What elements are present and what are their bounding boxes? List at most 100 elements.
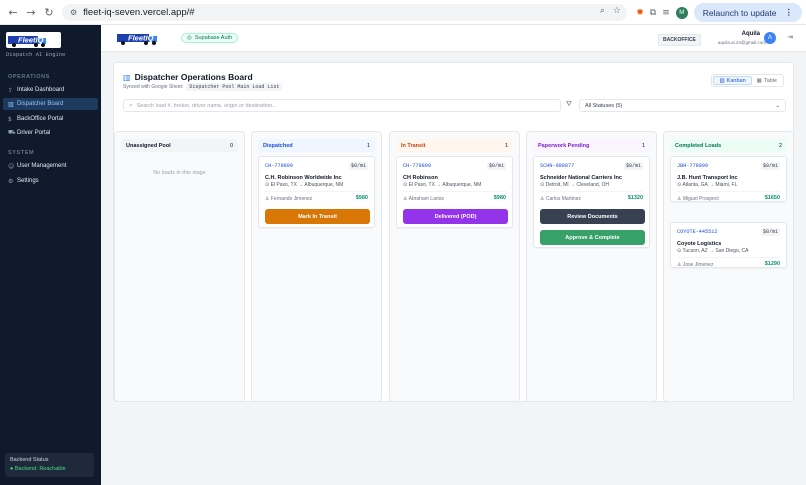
filter-icon[interactable]: ⛛ bbox=[566, 100, 572, 109]
forward-icon[interactable]: → bbox=[22, 6, 40, 19]
avatar[interactable]: A bbox=[764, 32, 776, 44]
column-title: In Transit bbox=[401, 142, 426, 149]
sidebar: FleetIQ Dispatch AI Engine OPERATIONS ⇪ … bbox=[0, 25, 101, 485]
driver: ♙ Fernando Jimenez bbox=[265, 196, 312, 202]
sync-subtitle: Synced with Google Sheet: Dispatcher Poo… bbox=[123, 83, 283, 91]
section-system: SYSTEM bbox=[8, 150, 35, 156]
driver-name: Carlos Martinez bbox=[545, 196, 581, 202]
extension-icon[interactable]: ✹ bbox=[636, 8, 644, 18]
sidebar-item-dispatcher-board[interactable]: ▥ Dispatcher Board bbox=[3, 98, 98, 110]
auth-badge: ◎ Supabase Auth bbox=[181, 33, 239, 43]
approve-complete-button[interactable]: Approve & Complete bbox=[540, 230, 645, 245]
location-pin-icon: ⊙ bbox=[403, 182, 408, 188]
backend-status-panel: Backend Status ● Backend: Reachable bbox=[5, 453, 94, 477]
location-pin-icon: ⊙ bbox=[265, 182, 270, 188]
driver: ♙ Miguel Prospect bbox=[677, 196, 719, 202]
table-view-button[interactable]: ▦ Table bbox=[752, 76, 782, 85]
route: ⊙ El Paso, TX → Albuquerque, NM bbox=[265, 182, 343, 188]
backend-status-value: Backend: Reachable bbox=[14, 466, 66, 472]
route: ⊙ Detroit, MI → Cleveland, OH bbox=[540, 182, 609, 188]
kanban-view-button[interactable]: ▥ Kanban bbox=[713, 76, 752, 85]
card-action-button[interactable]: Delivered (POD) bbox=[403, 209, 508, 224]
column-header: Unassigned Pool 0 bbox=[121, 139, 238, 152]
sidebar-item-backoffice-portal[interactable]: $ BackOffice Portal bbox=[3, 113, 98, 125]
chevron-down-icon: ⌄ bbox=[775, 102, 780, 109]
kanban-column: Completed Loads 2 JBH-778899 $0/mi J.B. H… bbox=[663, 131, 794, 402]
empty-column-text: No loads in this stage bbox=[153, 170, 206, 176]
back-icon[interactable]: ← bbox=[4, 6, 22, 19]
column-count: 0 bbox=[229, 142, 233, 149]
divider bbox=[677, 257, 780, 258]
load-card[interactable]: COYOTE-445512 $0/mi Coyote Logistics ⊙ T… bbox=[670, 222, 787, 268]
load-card[interactable]: CH-778899 $0/mi C.H. Robinson Worldwide … bbox=[258, 156, 375, 228]
divider bbox=[540, 191, 643, 192]
address-bar[interactable]: ⚙ fleet-iq-seven.vercel.app/# ⌕ ☆ bbox=[62, 4, 627, 21]
load-card[interactable]: JBH-778899 $0/mi J.B. Hunt Transport Inc… bbox=[670, 156, 787, 202]
search-input[interactable]: ⌕ Search load #, broker, driver name, or… bbox=[123, 99, 561, 112]
load-id[interactable]: SCHN-998877 bbox=[540, 163, 574, 169]
column-title: Completed Loads bbox=[675, 142, 722, 149]
route: ⊙ Tucson, AZ → San Diego, CA bbox=[677, 248, 748, 254]
driver: ♙ Carlos Martinez bbox=[540, 196, 581, 202]
sidebar-item-intake-dashboard[interactable]: ⇪ Intake Dashboard bbox=[3, 84, 98, 96]
load-id[interactable]: CH-778899 bbox=[403, 163, 431, 169]
sidebar-item-label: Dispatcher Board bbox=[17, 101, 64, 107]
driver-name: Abraham Larios bbox=[408, 196, 444, 202]
broker-name: J.B. Hunt Transport Inc bbox=[677, 175, 738, 181]
broker-name: Schneider National Carriers Inc bbox=[540, 175, 622, 181]
rate-per-mile: $0/mi bbox=[760, 228, 780, 236]
header-logo[interactable]: FleetIQ bbox=[115, 30, 173, 46]
status-filter-select[interactable]: All Statuses (5) ⌄ bbox=[579, 99, 786, 112]
route-text: El Paso, TX → Albuquerque, NM bbox=[270, 182, 344, 188]
page-title-text: Dispatcher Operations Board bbox=[134, 72, 253, 82]
user-email: aquila.ai.24@gmail.com bbox=[717, 40, 766, 45]
load-card[interactable]: SCHN-998877 $0/mi Schneider National Car… bbox=[533, 156, 650, 248]
column-header: In Transit 1 bbox=[396, 139, 513, 152]
sidebar-item-driver-portal[interactable]: ⛟ Driver Portal bbox=[3, 127, 98, 139]
auth-badge-label: Supabase Auth bbox=[194, 35, 233, 41]
more-menu-icon[interactable]: ⋮ bbox=[785, 7, 794, 18]
load-pay: $1290 bbox=[764, 261, 780, 267]
column-header: Completed Loads 2 bbox=[670, 139, 787, 152]
rate-per-mile: $0/mi bbox=[760, 162, 780, 170]
driver-name: Jose Jimenez bbox=[682, 262, 714, 268]
user-icon: ♙ bbox=[540, 196, 545, 202]
card-action-button[interactable]: Review Documents bbox=[540, 209, 645, 224]
relaunch-label: Relaunch to update bbox=[702, 7, 777, 18]
bookmark-star-icon[interactable]: ☆ bbox=[613, 6, 621, 16]
card-action-button[interactable]: Mark In Transit bbox=[265, 209, 370, 224]
extensions-puzzle-icon[interactable]: ⧉ bbox=[650, 8, 656, 18]
site-settings-icon[interactable]: ⚙ bbox=[70, 8, 77, 17]
backend-status-text: ● Backend: Reachable bbox=[10, 466, 66, 472]
load-pay: $1320 bbox=[627, 195, 643, 201]
sidebar-item-user-management[interactable]: ☺ User Management bbox=[3, 160, 98, 172]
column-count: 1 bbox=[641, 142, 645, 149]
load-pay: $1650 bbox=[764, 195, 780, 201]
board-icon: ▥ bbox=[123, 72, 131, 82]
load-id[interactable]: CH-778899 bbox=[265, 163, 293, 169]
broker-name: CH Robinson bbox=[403, 175, 438, 181]
profile-avatar[interactable]: M bbox=[675, 6, 688, 19]
sidebar-item-label: BackOffice Portal bbox=[17, 116, 64, 122]
user-icon: ♙ bbox=[403, 196, 408, 202]
sidebar-item-settings[interactable]: ⚙ Settings bbox=[3, 175, 98, 187]
load-id[interactable]: COYOTE-445512 bbox=[677, 229, 717, 235]
route-text: El Paso, TX → Albuquerque, NM bbox=[408, 182, 482, 188]
tagline: Dispatch AI Engine bbox=[6, 51, 66, 58]
load-card[interactable]: CH-778899 $0/mi CH Robinson ⊙ El Paso, T… bbox=[396, 156, 513, 228]
browser-toolbar: ← → ↻ ⚙ fleet-iq-seven.vercel.app/# ⌕ ☆ … bbox=[0, 0, 806, 25]
reload-icon[interactable]: ↻ bbox=[40, 6, 58, 19]
gear-icon: ⚙ bbox=[8, 177, 14, 185]
relaunch-button[interactable]: Relaunch to update ⋮ bbox=[693, 3, 802, 22]
fleetiq-logo[interactable]: FleetIQ bbox=[6, 32, 61, 48]
driver-name: Miguel Prospect bbox=[682, 196, 719, 202]
table-label: Table bbox=[763, 77, 777, 84]
load-id[interactable]: JBH-778899 bbox=[677, 163, 708, 169]
logout-icon[interactable]: ⇥ bbox=[787, 33, 793, 41]
zoom-icon[interactable]: ⌕ bbox=[600, 6, 605, 16]
users-icon: ☺ bbox=[8, 162, 15, 170]
media-control-icon[interactable]: ≡ bbox=[662, 8, 670, 18]
table-icon: ▦ bbox=[756, 77, 762, 84]
dollar-icon: $ bbox=[8, 115, 12, 123]
rate-per-mile: $0/mi bbox=[348, 162, 368, 170]
